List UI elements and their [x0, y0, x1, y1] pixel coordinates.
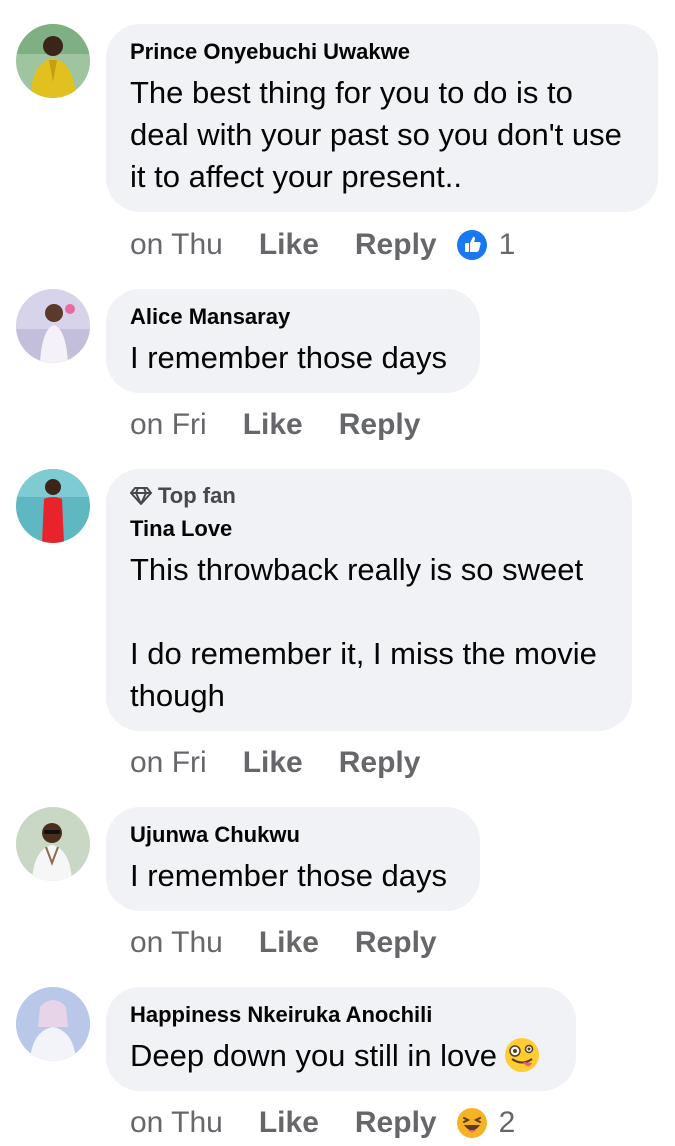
like-button[interactable]: Like: [243, 408, 303, 442]
comment-bubble: Happiness Nkeiruka Anochili Deep down yo…: [106, 987, 576, 1091]
comment-author[interactable]: Ujunwa Chukwu: [130, 821, 456, 849]
comment-text: This throwback really is so sweet I do r…: [130, 552, 597, 713]
comment-actions: on Thu Like Reply 2: [130, 1103, 515, 1143]
avatar[interactable]: [16, 289, 90, 363]
reaction-summary[interactable]: 2: [456, 1106, 516, 1140]
avatar-image: [16, 289, 90, 363]
top-fan-badge: Top fan: [130, 483, 608, 509]
comment-author[interactable]: Alice Mansaray: [130, 303, 456, 331]
avatar[interactable]: [16, 987, 90, 1061]
avatar-image: [16, 987, 90, 1061]
like-button[interactable]: Like: [243, 746, 303, 780]
comment-actions: on Thu Like Reply: [130, 923, 473, 963]
avatar-image: [16, 469, 90, 543]
like-button[interactable]: Like: [259, 1106, 319, 1140]
comment-author[interactable]: Tina Love: [130, 515, 608, 543]
comment-author[interactable]: Happiness Nkeiruka Anochili: [130, 1001, 552, 1029]
reply-button[interactable]: Reply: [339, 746, 421, 780]
comment-text: I remember those days: [130, 858, 448, 893]
comment-timestamp[interactable]: on Thu: [130, 1106, 223, 1140]
reply-button[interactable]: Reply: [355, 228, 437, 262]
comment-timestamp[interactable]: on Thu: [130, 926, 223, 960]
comment-bubble: Prince Onyebuchi Uwakwe The best thing f…: [106, 24, 658, 212]
comment-bubble: Ujunwa Chukwu I remember those days: [106, 807, 480, 911]
reaction-count: 2: [498, 1106, 516, 1139]
like-button[interactable]: Like: [259, 926, 319, 960]
comment-text-row: Deep down you still in love: [130, 1035, 552, 1077]
comment-text: I remember those days: [130, 340, 448, 375]
comment-timestamp[interactable]: on Fri: [130, 746, 207, 780]
avatar-image: [16, 24, 90, 98]
zany-face-emoji: [505, 1038, 540, 1072]
reply-button[interactable]: Reply: [355, 1106, 437, 1140]
avatar[interactable]: [16, 807, 90, 881]
like-button[interactable]: Like: [259, 228, 319, 262]
comment-actions: on Fri Like Reply: [130, 743, 456, 783]
reaction-count: 1: [498, 228, 516, 261]
comment-text: Deep down you still in love: [130, 1038, 498, 1073]
avatar[interactable]: [16, 24, 90, 98]
comment-actions: on Thu Like Reply 1: [130, 225, 515, 265]
comment-bubble: Alice Mansaray I remember those days: [106, 289, 480, 393]
like-reaction-icon: [456, 230, 487, 260]
comment-author[interactable]: Prince Onyebuchi Uwakwe: [130, 38, 634, 66]
reply-button[interactable]: Reply: [355, 926, 437, 960]
reaction-summary[interactable]: 1: [456, 228, 516, 262]
comment-timestamp[interactable]: on Thu: [130, 228, 223, 262]
diamond-icon: [130, 487, 152, 505]
reply-button[interactable]: Reply: [339, 408, 421, 442]
top-fan-label: Top fan: [158, 483, 236, 508]
comment-timestamp[interactable]: on Fri: [130, 408, 207, 442]
haha-reaction-icon: [456, 1108, 487, 1138]
avatar-image: [16, 807, 90, 881]
avatar[interactable]: [16, 469, 90, 543]
comment-actions: on Fri Like Reply: [130, 405, 456, 445]
comment-bubble: Top fan Tina Love This throwback really …: [106, 469, 632, 731]
comment-text: The best thing for you to do is to deal …: [130, 75, 622, 194]
